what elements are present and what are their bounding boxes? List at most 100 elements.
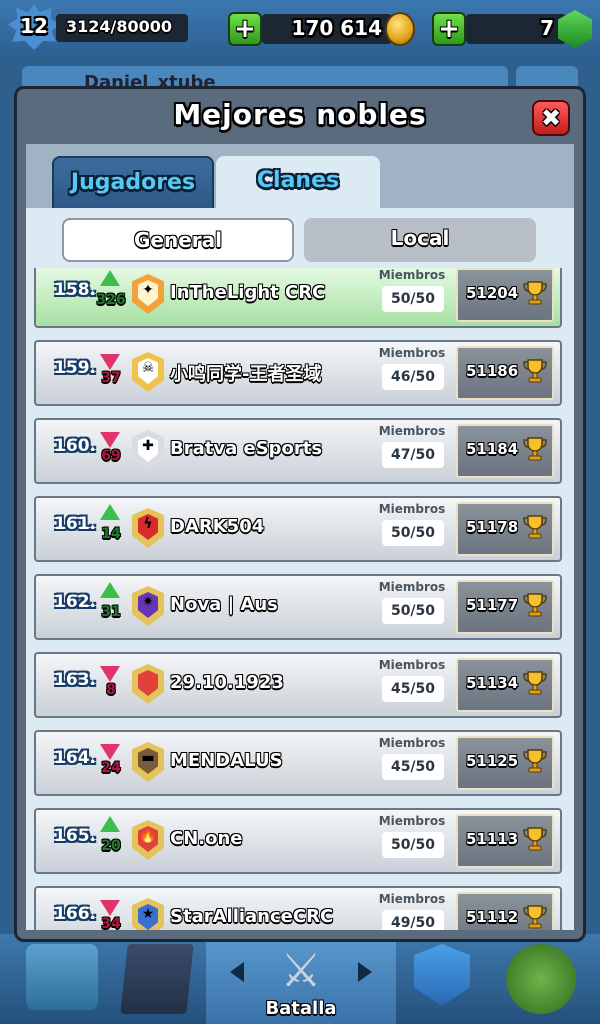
rank-up-icon xyxy=(100,270,120,286)
clan-row[interactable]: 160. 69 ✚ Bratva eSports Miembros 47/50 51184 xyxy=(34,418,562,484)
add-gems-button[interactable]: + xyxy=(432,12,466,46)
clan-row[interactable]: 163. 8 29.10.1923 Miembros 45/50 51134 xyxy=(34,652,562,718)
nav-battle-label: Batalla xyxy=(265,998,337,1019)
rank-change: 24 xyxy=(101,760,121,776)
clan-badge-icon xyxy=(132,664,164,704)
tab-jugadores-label: Jugadores xyxy=(70,170,196,195)
members-label: Miembros xyxy=(378,424,446,438)
clan-trophies: 51113 xyxy=(466,830,519,848)
clan-row[interactable]: 165. 20 🔥 CN.one Miembros 50/50 51113 xyxy=(34,808,562,874)
rank-change: 326 xyxy=(96,292,126,308)
clan-badge-symbol: ▬ xyxy=(141,750,155,766)
tab-clanes[interactable]: Clanes xyxy=(216,156,380,210)
clan-row[interactable]: 158. 326 ✦ InTheLight CRC Miembros 50/50 51204 xyxy=(34,268,562,328)
clan-trophies-box: 51177 xyxy=(456,580,554,634)
plus-icon: + xyxy=(234,14,256,44)
segment-local[interactable]: Local xyxy=(304,218,536,262)
members-count: 45/50 xyxy=(382,676,444,702)
xp-text: 3124/80000 xyxy=(66,17,173,36)
members-count: 49/50 xyxy=(382,910,444,930)
panel-title: Mejores nobles xyxy=(173,98,427,131)
members-count: 46/50 xyxy=(382,364,444,390)
rank-down-icon xyxy=(100,432,120,448)
clan-badge-icon: ✷ xyxy=(132,586,164,626)
segment-general[interactable]: General xyxy=(62,218,294,262)
clan-badge-icon: ✚ xyxy=(132,430,164,470)
clan-row[interactable]: 164. 24 ▬ MENDALUS Miembros 45/50 51125 xyxy=(34,730,562,796)
rank-down-icon xyxy=(100,354,120,370)
rank: 159. xyxy=(54,358,96,378)
clan-trophies-box: 51186 xyxy=(456,346,554,400)
clan-badge-icon: ★ xyxy=(132,898,164,930)
nav-left-arrow-icon[interactable] xyxy=(230,962,244,982)
clan-trophies: 51186 xyxy=(466,362,519,380)
clan-badge-symbol: ✷ xyxy=(142,594,154,610)
clan-trophies: 51134 xyxy=(466,674,519,692)
rank-change: 8 xyxy=(106,682,116,698)
rank: 166. xyxy=(54,904,96,924)
nav-tournament-icon[interactable] xyxy=(506,944,576,1014)
clan-trophies: 51112 xyxy=(466,908,519,926)
close-icon: ✖ xyxy=(540,104,562,132)
close-button[interactable]: ✖ xyxy=(532,100,570,136)
clan-badge-icon: 🔥 xyxy=(132,820,164,860)
rank-change: 14 xyxy=(101,526,121,542)
members-count: 50/50 xyxy=(382,832,444,858)
rank: 160. xyxy=(54,436,96,456)
rank: 163. xyxy=(54,670,96,690)
clan-trophies-box: 51113 xyxy=(456,814,554,868)
clan-row[interactable]: 161. 14 ϟ DARK504 Miembros 50/50 51178 xyxy=(34,496,562,562)
clan-name: MENDALUS xyxy=(170,750,283,771)
nav-chest-icon[interactable] xyxy=(26,944,98,1010)
clan-trophies: 51177 xyxy=(466,596,519,614)
clan-name: InTheLight CRC xyxy=(170,282,326,303)
trophy-icon xyxy=(522,436,548,462)
rank-up-icon xyxy=(100,504,120,520)
rank: 161. xyxy=(54,514,96,534)
clan-badge-symbol: ☠ xyxy=(141,360,155,376)
nav-right-arrow-icon[interactable] xyxy=(358,962,372,982)
rank-up-icon xyxy=(100,816,120,832)
trophy-icon xyxy=(522,904,548,930)
rank-change: 37 xyxy=(101,370,121,386)
rank-change: 34 xyxy=(101,916,121,930)
clan-badge-symbol: ✚ xyxy=(142,438,154,454)
clan-list[interactable]: 158. 326 ✦ InTheLight CRC Miembros 50/50 51204… xyxy=(26,268,574,930)
members-label: Miembros xyxy=(378,736,446,750)
clan-trophies: 51178 xyxy=(466,518,519,536)
trophy-icon xyxy=(522,592,548,618)
trophy-icon xyxy=(522,670,548,696)
clan-row[interactable]: 162. 31 ✷ Nova | Aus Miembros 50/50 51177 xyxy=(34,574,562,640)
rank: 158. xyxy=(54,280,96,300)
segment-local-label: Local xyxy=(390,226,450,250)
clan-row[interactable]: 166. 34 ★ StarAllianceCRC Miembros 49/50 51112 xyxy=(34,886,562,930)
rank-change: 20 xyxy=(101,838,121,854)
clan-name: 29.10.1923 xyxy=(170,672,284,693)
player-level: 12 xyxy=(20,14,48,38)
rank-change: 31 xyxy=(101,604,121,620)
clan-trophies-box: 51112 xyxy=(456,892,554,930)
members-label: Miembros xyxy=(378,268,446,282)
clan-trophies: 51204 xyxy=(466,284,519,302)
clan-name: 小鸣同学-王者圣域 xyxy=(170,364,322,385)
clan-trophies-box: 51184 xyxy=(456,424,554,478)
clan-row[interactable]: 159. 37 ☠ 小鸣同学-王者圣域 Miembros 46/50 51186 xyxy=(34,340,562,406)
rank: 165. xyxy=(54,826,96,846)
add-gold-button[interactable]: + xyxy=(228,12,262,46)
gems-amount: 7 xyxy=(540,16,554,40)
members-label: Miembros xyxy=(378,502,446,516)
clan-name: DARK504 xyxy=(170,516,265,537)
clan-badge-symbol: ★ xyxy=(141,906,155,922)
trophy-icon xyxy=(522,358,548,384)
gold-amount: 170 614 xyxy=(291,16,382,40)
trophy-icon xyxy=(522,748,548,774)
members-label: Miembros xyxy=(378,658,446,672)
clan-name: Nova | Aus xyxy=(170,594,278,615)
members-count: 50/50 xyxy=(382,520,444,546)
clan-badge-inner xyxy=(138,670,158,696)
rank-down-icon xyxy=(100,666,120,682)
nav-cards-icon[interactable] xyxy=(120,944,194,1014)
clan-badge-symbol: ✦ xyxy=(142,282,154,298)
members-count: 47/50 xyxy=(382,442,444,468)
tab-jugadores[interactable]: Jugadores xyxy=(52,156,214,208)
